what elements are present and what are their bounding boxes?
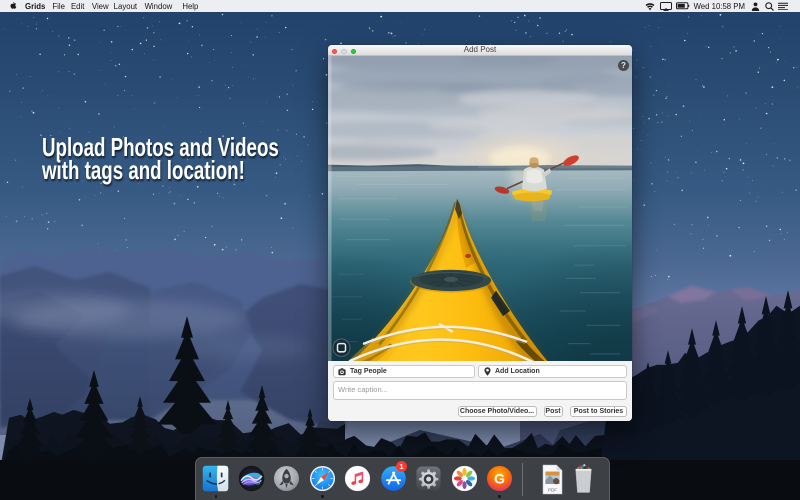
svg-text:G: G <box>494 470 505 486</box>
svg-text:PDF: PDF <box>548 488 557 493</box>
